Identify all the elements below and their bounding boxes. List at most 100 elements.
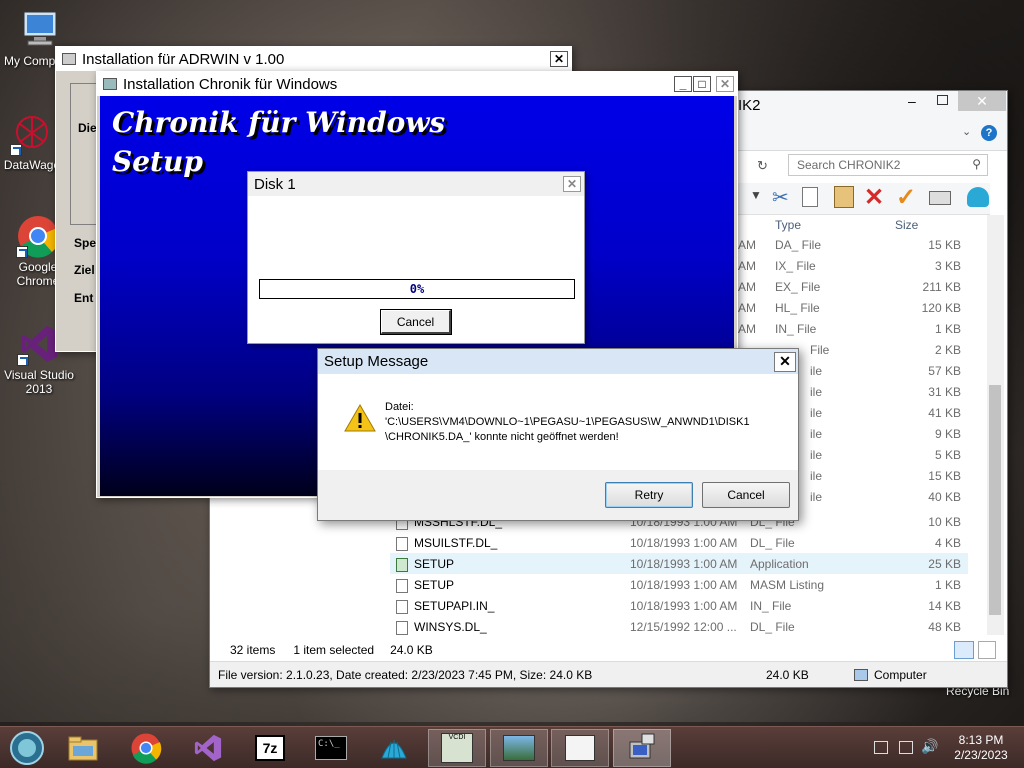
row-type: ile — [810, 448, 823, 462]
shell-icon[interactable] — [967, 187, 989, 207]
rename-icon[interactable] — [929, 191, 951, 205]
taskbar-image-viewer[interactable] — [490, 729, 548, 767]
table-row[interactable]: AM HL_ File 120 KB — [738, 301, 968, 322]
status-bar: 32 items 1 item selected 24.0 KB — [210, 639, 1007, 661]
close-button[interactable]: ✕ — [958, 91, 1006, 111]
desktop-icon-label: Google Chrome — [16, 260, 60, 288]
row-type: ile — [810, 469, 823, 483]
row-name: SETUPAPI.IN_ — [414, 598, 495, 613]
row-size: 211 KB — [922, 280, 961, 294]
setup-heading: Chronik für Windows — [112, 106, 446, 139]
setup-heading-sub: Setup — [112, 145, 203, 178]
row-type: IN_ File — [750, 598, 792, 613]
image-icon — [503, 735, 535, 761]
command-prompt-icon: C:\_ — [315, 736, 347, 760]
row-date: AM — [738, 238, 756, 252]
cancel-button[interactable]: Cancel — [702, 482, 790, 508]
chevron-down-icon[interactable]: ⌄ — [962, 125, 971, 138]
row-size: 40 KB — [928, 490, 961, 504]
maximize-button[interactable] — [937, 95, 948, 105]
column-type-header[interactable]: Type — [775, 218, 801, 232]
row-date: 10/18/1993 1:00 AM — [630, 577, 738, 592]
minimize-button[interactable]: _ — [674, 76, 692, 92]
close-button[interactable]: ✕ — [716, 76, 734, 92]
volume-icon[interactable]: 🔊 — [921, 738, 938, 755]
row-type: DL_ File — [750, 535, 795, 550]
row-name: SETUP — [414, 556, 455, 571]
adrwin-label: Die — [78, 121, 97, 135]
shell-icon — [381, 740, 407, 759]
dropdown-arrow-icon[interactable]: ▼ — [750, 188, 762, 202]
minimize-button[interactable]: – — [908, 93, 916, 109]
maximize-button[interactable]: □ — [693, 76, 711, 92]
column-size-header[interactable]: Size — [895, 218, 918, 232]
scrollbar-thumb[interactable] — [989, 385, 1001, 615]
delete-icon[interactable]: ✕ — [864, 183, 884, 212]
table-row[interactable]: AM IN_ File 1 KB — [738, 322, 968, 343]
row-date: AM — [738, 322, 756, 336]
row-size: 57 KB — [928, 364, 961, 378]
details-location: Computer — [874, 667, 927, 682]
action-center-flag-icon[interactable] — [874, 741, 888, 754]
row-size: 3 KB — [934, 259, 961, 273]
close-button[interactable]: ✕ — [774, 351, 796, 372]
table-row-selected[interactable]: SETUP 10/18/1993 1:00 AM Application 25 … — [390, 553, 968, 574]
large-icons-view-icon[interactable] — [978, 641, 996, 659]
details-view-icon[interactable] — [954, 641, 974, 659]
search-input[interactable]: Search CHRONIK2 ⚲ — [788, 154, 988, 176]
taskbar-command-prompt[interactable]: C:\_ — [302, 729, 360, 767]
taskbar-7zip[interactable]: 7z — [241, 729, 299, 767]
row-size: 14 KB — [928, 598, 961, 613]
vertical-scrollbar[interactable] — [987, 215, 1004, 635]
chrome-icon — [16, 214, 60, 258]
item-count: 32 items — [230, 643, 276, 657]
table-row[interactable]: AM DA_ File 15 KB — [738, 238, 968, 259]
visual-studio-icon — [194, 734, 222, 762]
row-date: AM — [738, 280, 756, 294]
taskbar-file-explorer[interactable] — [54, 729, 112, 767]
start-button[interactable] — [0, 729, 54, 767]
row-type: MASM Listing — [750, 577, 825, 592]
table-row[interactable]: WINSYS.DL_ 12/15/1992 12:00 ... DL_ File… — [390, 616, 968, 637]
selected-count: 1 item selected — [293, 643, 375, 657]
explorer-title: IK2 — [738, 97, 761, 114]
message-title: Setup Message — [324, 353, 429, 370]
retry-button[interactable]: Retry — [605, 482, 693, 508]
close-button[interactable]: ✕ — [550, 51, 568, 67]
table-row[interactable]: SETUP 10/18/1993 1:00 AM MASM Listing 1 … — [390, 574, 968, 595]
taskbar-setup[interactable] — [613, 729, 671, 767]
table-row[interactable]: MSUILSTF.DL_ 10/18/1993 1:00 AM DL_ File… — [390, 532, 968, 553]
row-type: ile — [810, 385, 823, 399]
taskbar-vcdi[interactable]: VCDI — [428, 729, 486, 767]
details-bar: File version: 2.1.0.23, Date created: 2/… — [210, 661, 1007, 687]
clock[interactable]: 8:13 PM 2/23/2023 — [946, 733, 1016, 763]
taskbar-shell[interactable] — [365, 729, 423, 767]
cancel-button[interactable]: Cancel — [380, 309, 452, 335]
row-size: 9 KB — [934, 427, 961, 441]
details-size: 24.0 KB — [766, 667, 809, 682]
cancel-label: Cancel — [396, 314, 435, 329]
shortcut-arrow-icon — [16, 246, 28, 258]
paste-icon[interactable] — [834, 186, 854, 208]
row-type: File — [810, 343, 830, 357]
chronik-titlebar: Installation Chronik für Windows _ □ ✕ — [97, 72, 737, 96]
taskbar-visual-studio[interactable] — [179, 729, 237, 767]
taskbar-document[interactable] — [551, 729, 609, 767]
close-button[interactable]: ✕ — [563, 176, 581, 192]
computer-icon — [854, 668, 868, 681]
row-type: HL_ File — [775, 301, 820, 315]
help-icon[interactable]: ? — [981, 125, 997, 141]
taskbar-chrome[interactable] — [117, 729, 175, 767]
row-size: 10 KB — [928, 514, 961, 529]
document-icon — [396, 578, 408, 593]
start-orb-icon — [10, 731, 44, 765]
properties-check-icon[interactable]: ✓ — [896, 183, 916, 212]
table-row[interactable]: AM EX_ File 211 KB — [738, 280, 968, 301]
table-row[interactable]: SETUPAPI.IN_ 10/18/1993 1:00 AM IN_ File… — [390, 595, 968, 616]
network-icon[interactable] — [899, 741, 913, 754]
refresh-icon[interactable]: ↻ — [757, 158, 768, 174]
copy-icon[interactable] — [802, 187, 818, 207]
row-date: AM — [738, 301, 756, 315]
table-row[interactable]: AM IX_ File 3 KB — [738, 259, 968, 280]
cut-icon[interactable]: ✂ — [772, 185, 789, 210]
